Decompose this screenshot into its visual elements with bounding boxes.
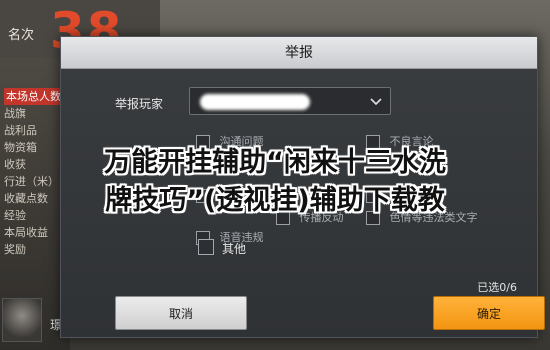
stats-list-item: 本场总人数: [4, 88, 68, 105]
stats-list-item: 本局收益: [4, 226, 48, 239]
cancel-button[interactable]: 取消: [115, 296, 247, 330]
stats-list-item: 战利品: [4, 124, 37, 137]
dialog-title: 举报: [61, 37, 537, 69]
stats-list-item: 奖励: [4, 243, 26, 256]
rank-label: 名次: [8, 28, 35, 43]
player-name-value: [200, 94, 310, 110]
other-label: 其他: [222, 242, 247, 256]
headline-line-1: 万能开挂辅助“闲来十三水洗: [104, 147, 446, 178]
other-checkbox[interactable]: [198, 239, 214, 255]
avatar: [2, 298, 42, 342]
report-player-select[interactable]: [189, 87, 391, 115]
report-player-label: 举报玩家: [115, 97, 164, 111]
stats-list-item: 战旗: [4, 107, 26, 120]
chevron-down-icon: [370, 98, 382, 106]
selected-count: 已选0/6: [477, 281, 517, 294]
headline-line-2: 牌技巧”(透视挂)辅助下载教: [105, 185, 445, 216]
confirm-button[interactable]: 确定: [433, 296, 545, 330]
